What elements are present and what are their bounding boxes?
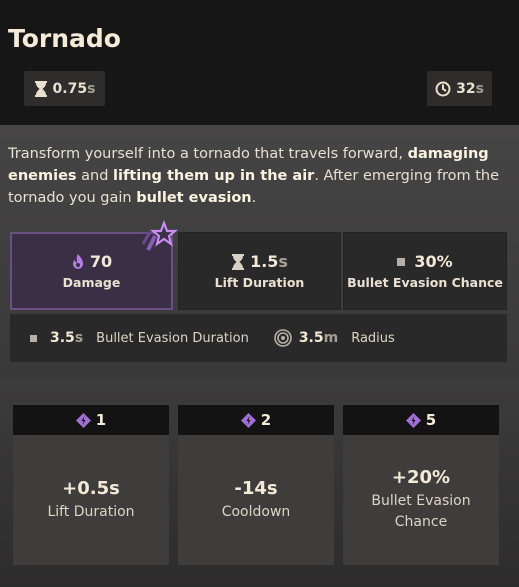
upgrade-tier-3[interactable]: 5 +20% Bullet Evasion Chance	[343, 405, 499, 565]
secondary-stats-row: 3.5s Bullet Evasion Duration 3.5m Radius	[10, 314, 507, 362]
stat-bullet-evasion-chance[interactable]: 30% Bullet Evasion Chance	[343, 232, 507, 310]
hourglass-icon	[34, 80, 47, 97]
hourglass-icon	[232, 253, 245, 270]
cooldown-icon	[435, 81, 451, 96]
upgrade-tier-2[interactable]: 2 -14s Cooldown	[178, 405, 334, 565]
cooldown-value: 32	[456, 80, 476, 97]
bullet-evasion-duration-label: Bullet Evasion Duration	[96, 330, 249, 346]
square-icon	[30, 334, 37, 342]
radius-icon	[274, 329, 292, 347]
cast-time-pill: 0.75s	[24, 71, 105, 106]
upgrade-tier-1-header: 1	[13, 405, 169, 435]
stat-damage-label: Damage	[62, 275, 121, 290]
cast-time-unit: s	[87, 80, 96, 97]
ability-header: Tornado 0.75s 32s	[0, 0, 519, 125]
spirit-flame-icon	[72, 253, 83, 269]
cooldown-unit: s	[475, 80, 484, 97]
upgrade-tier-3-header: 5	[343, 405, 499, 435]
stat-damage-value: 70	[89, 252, 113, 271]
ability-description: Transform yourself into a tornado that t…	[8, 146, 500, 206]
upgrade-tier-1-label: Lift Duration	[47, 503, 135, 520]
upgrade-tier-3-bonus: +20%	[391, 467, 451, 488]
stat-lift-label: Lift Duration	[214, 275, 305, 290]
upgrade-tier-2-header: 2	[178, 405, 334, 435]
upgrade-tier-2-label: Cooldown	[221, 503, 291, 520]
upgrade-tier-2-cost: 2	[260, 411, 272, 429]
cast-time-value: 0.75	[52, 80, 88, 97]
upgrade-tier-3-label: Bullet Evasion Chance	[371, 493, 471, 530]
ability-point-icon	[75, 412, 91, 428]
upgrade-tier-1-cost: 1	[95, 411, 107, 429]
spirit-star-icon	[141, 220, 178, 251]
stat-lift-value: 1.5	[250, 252, 279, 271]
ability-point-icon	[405, 412, 421, 428]
radius-label: Radius	[351, 330, 395, 346]
upgrade-tier-3-cost: 5	[425, 411, 437, 429]
stat-lift-duration[interactable]: 1.5s Lift Duration	[178, 232, 341, 310]
stat-bullet-evasion-duration[interactable]: 3.5s Bullet Evasion Duration	[30, 330, 249, 346]
upgrade-tier-2-bonus: -14s	[234, 477, 278, 499]
upgrade-tier-1-bonus: +0.5s	[62, 477, 120, 499]
ability-point-icon	[240, 412, 256, 428]
stat-bullet-value: 30%	[414, 252, 453, 271]
stat-lift-unit: s	[278, 252, 288, 271]
cooldown-pill: 32s	[427, 71, 492, 106]
ability-title: Tornado	[8, 24, 121, 53]
square-icon	[397, 257, 406, 266]
stat-bullet-label: Bullet Evasion Chance	[347, 275, 503, 290]
stat-radius[interactable]: 3.5m Radius	[274, 329, 395, 347]
upgrade-tier-1[interactable]: 1 +0.5s Lift Duration	[13, 405, 169, 565]
